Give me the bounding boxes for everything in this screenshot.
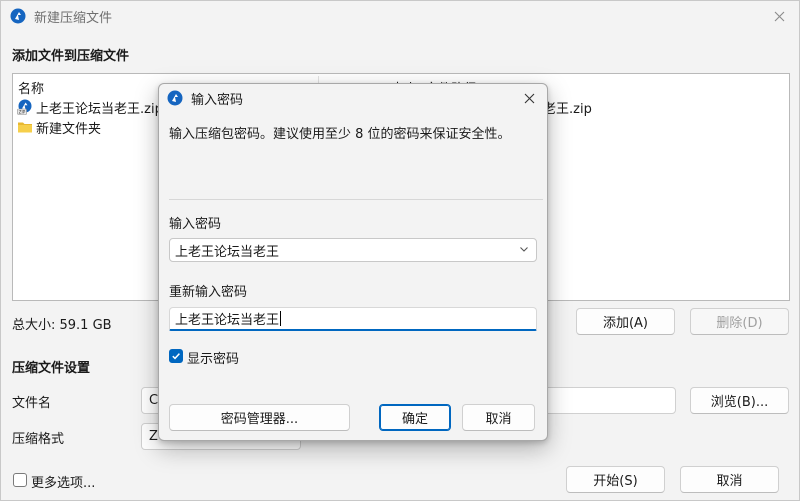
dialog-close-button[interactable] [517,87,541,109]
zip-archive-icon: ZIP [17,99,32,115]
reenter-password-input[interactable]: 上老王论坛当老王 [169,307,537,331]
window-close-button[interactable] [767,5,791,27]
section-settings-title: 压缩文件设置 [12,361,91,376]
more-options-label[interactable]: 更多选项... [31,472,95,491]
reenter-password-label: 重新输入密码 [169,285,248,300]
dialog-divider [169,199,543,200]
folder-icon [18,122,32,133]
chevron-down-icon[interactable] [519,244,529,254]
browse-button[interactable]: 浏览(B)... [690,387,789,414]
column-header-name[interactable]: 名称 [18,78,44,97]
total-size-label: 总大小: 59.1 GB [12,318,112,333]
file-name: 上老王论坛当老王.zip [36,101,163,117]
dialog-title: 输入密码 [191,92,244,108]
password-combobox[interactable]: 上老王论坛当老王 [169,238,537,262]
close-icon [524,93,534,103]
more-options-checkbox[interactable] [13,473,27,487]
dialog-titlebar: 输入密码 [159,84,547,112]
start-button[interactable]: 开始(S) [566,466,665,493]
file-name: 新建文件夹 [36,121,102,137]
svg-text:ZIP: ZIP [19,109,26,114]
password-manager-button[interactable]: 密码管理器... [169,404,350,431]
filename-value: C [149,393,159,408]
section-add-files-title: 添加文件到压缩文件 [12,49,130,64]
window-title: 新建压缩文件 [34,10,113,26]
dialog-cancel-button[interactable]: 取消 [462,404,535,431]
app-logo-icon [167,90,183,106]
window-titlebar: 新建压缩文件 [1,1,799,31]
show-password-checkbox[interactable] [169,349,183,363]
app-logo-icon [10,8,26,24]
password-label: 输入密码 [169,217,222,232]
text-caret [280,311,282,326]
close-icon [774,11,784,21]
format-label: 压缩格式 [12,432,65,447]
password-dialog: 输入密码 输入压缩包密码。建议使用至少 8 位的密码来保证安全性。 输入密码 上… [158,83,548,441]
add-button[interactable]: 添加(A) [576,308,675,335]
password-value: 上老王论坛当老王 [175,244,280,260]
format-value: Z [149,429,158,444]
dialog-description: 输入压缩包密码。建议使用至少 8 位的密码来保证安全性。 [169,127,511,142]
cancel-button[interactable]: 取消 [680,466,779,493]
ok-button[interactable]: 确定 [379,404,451,431]
delete-button[interactable]: 删除(D) [690,308,789,335]
checkmark-icon [172,353,180,360]
filename-label: 文件名 [12,396,52,411]
reenter-password-value: 上老王论坛当老王 [175,313,280,328]
show-password-label[interactable]: 显示密码 [187,348,239,367]
